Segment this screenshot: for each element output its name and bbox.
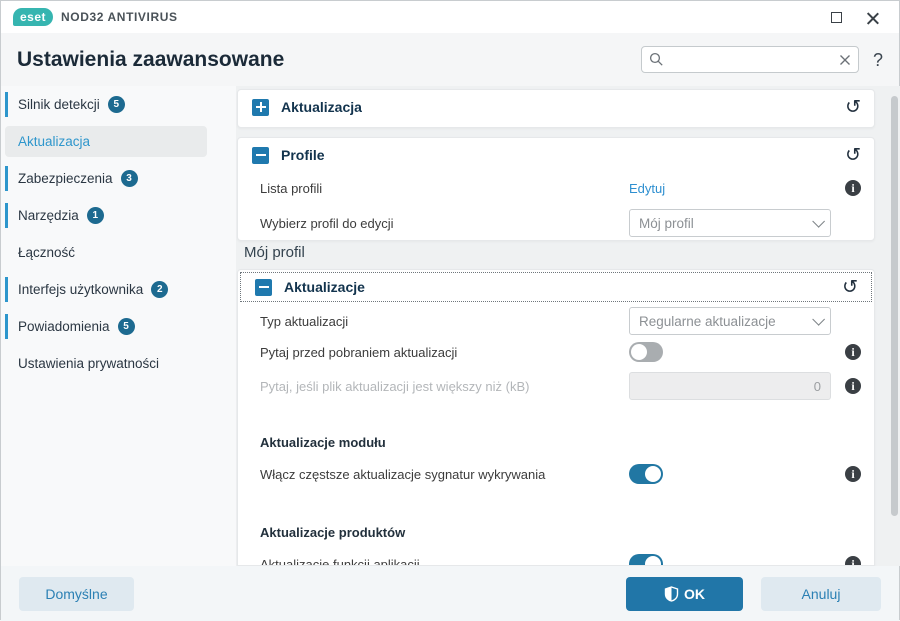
uac-shield-icon [664,585,679,602]
titlebar: eset NOD32 ANTIVIRUS [1,1,899,33]
sidebar-item-powiadomienia[interactable]: Powiadomienia 5 [1,308,236,345]
profile-select-value: Mój profil [639,215,694,231]
search-icon [649,52,663,66]
sidebar: Silnik detekcji 5 Aktualizacja Zabezpiec… [1,86,236,566]
maximize-button[interactable] [829,10,843,24]
footer: Domyślne OK Anuluj [1,566,899,621]
section-header-focused[interactable]: Aktualizacje ↺ [240,272,872,302]
profile-heading: Mój profil [244,244,305,261]
module-updates-heading: Aktualizacje modułu [260,435,386,450]
section-profile: Profile ↺ Lista profili Edytuj i Wybierz… [237,137,875,241]
header-right: ? [640,46,883,73]
sidebar-item-label: Zabezpieczenia [18,171,113,186]
section-aktualizacja-collapsed: Aktualizacja ↺ [237,89,875,128]
app-feature-updates-label: Aktualizacje funkcji aplikacji [260,556,420,566]
info-icon[interactable]: i [845,556,861,565]
eset-advanced-settings-window: { "window": { "brand": "eset", "title": … [0,0,900,621]
chevron-down-icon [812,214,825,228]
search-box[interactable] [640,46,859,73]
ok-button-label: OK [684,585,705,602]
ask-size-input[interactable] [629,372,831,400]
edit-link[interactable]: Edytuj [629,181,665,196]
defaults-button[interactable]: Domyślne [19,576,134,611]
profile-list-row: Lista profili Edytuj i [238,173,874,203]
sidebar-item-label: Aktualizacja [18,134,91,149]
update-type-row: Typ aktualizacji Regularne aktualizacje [238,306,874,336]
close-icon [866,11,879,24]
sidebar-item-label: Narzędzia [18,208,79,223]
sidebar-item-label: Silnik detekcji [18,97,100,112]
cancel-button[interactable]: Anuluj [761,576,881,611]
info-icon[interactable]: i [845,180,861,196]
help-icon[interactable]: ? [873,51,883,69]
brand: eset NOD32 ANTIVIRUS [13,8,178,26]
sidebar-badge: 3 [120,170,138,187]
sidebar-item-narzedzia[interactable]: Narzędzia 1 [1,197,236,234]
app-feature-updates-row: Aktualizacje funkcji aplikacji i [238,547,874,566]
ok-button[interactable]: OK [626,576,743,611]
main-panel: Aktualizacja ↺ Profile ↺ Lista profili E… [236,86,900,566]
section-header[interactable]: Aktualizacja ↺ [238,90,874,124]
frequent-updates-row: Włącz częstsze aktualizacje sygnatur wyk… [238,457,874,491]
ask-before-download-toggle[interactable] [629,342,663,362]
frequent-updates-label: Włącz częstsze aktualizacje sygnatur wyk… [260,466,546,482]
info-icon[interactable]: i [845,466,861,482]
ask-before-download-label: Pytaj przed pobraniem aktualizacji [260,344,458,360]
header: Ustawienia zaawansowane ? [1,33,899,86]
sidebar-item-ustawienia-prywatnosci[interactable]: Ustawienia prywatności [1,345,236,382]
section-title: Aktualizacje [284,279,365,295]
product-updates-heading: Aktualizacje produktów [260,525,406,540]
sidebar-item-label: Ustawienia prywatności [18,356,160,371]
search-clear-icon[interactable] [839,54,851,66]
sidebar-item-label: Powiadomienia [18,319,110,334]
chevron-down-icon [812,312,825,326]
sidebar-badge: 2 [151,281,169,298]
reset-icon[interactable]: ↺ [842,277,858,297]
profile-select[interactable]: Mój profil [629,209,831,237]
sidebar-badge: 5 [117,318,135,335]
app-feature-updates-toggle[interactable] [629,554,663,565]
sidebar-badge: 1 [86,207,104,224]
maximize-icon [830,11,842,23]
select-profile-label: Wybierz profil do edycji [260,215,394,231]
ask-size-label: Pytaj, jeśli plik aktualizacji jest więk… [260,378,530,394]
select-profile-row: Wybierz profil do edycji Mój profil [238,208,874,238]
update-type-value: Regularne aktualizacje [639,313,776,329]
sidebar-item-label: Łączność [18,245,76,260]
close-button[interactable] [865,10,879,24]
section-title: Aktualizacja [281,99,362,115]
sidebar-item-label: Interfejs użytkownika [18,282,144,297]
ask-size-row: Pytaj, jeśli plik aktualizacji jest więk… [238,371,874,401]
sidebar-item-interfejs-uzytkownika[interactable]: Interfejs użytkownika 2 [1,271,236,308]
info-icon[interactable]: i [845,344,861,360]
expand-icon[interactable] [252,98,269,116]
sidebar-badge: 5 [107,96,125,113]
sidebar-item-zabezpieczenia[interactable]: Zabezpieczenia 3 [1,160,236,197]
section-header[interactable]: Profile ↺ [238,138,874,172]
scrollbar-thumb[interactable] [890,96,898,516]
sidebar-item-aktualizacja[interactable]: Aktualizacja [1,123,236,160]
page-title: Ustawienia zaawansowane [17,47,285,71]
collapse-icon[interactable] [252,146,269,164]
ask-before-download-row: Pytaj przed pobraniem aktualizacji i [238,337,874,367]
section-aktualizacje: Aktualizacje ↺ Typ aktualizacji Regularn… [237,269,875,566]
update-type-select[interactable]: Regularne aktualizacje [629,307,831,335]
reset-icon[interactable]: ↺ [845,145,861,165]
vertical-scrollbar[interactable] [890,91,898,561]
section-title: Profile [281,147,325,163]
profile-list-label: Lista profili [260,180,323,196]
info-icon[interactable]: i [845,378,861,394]
sidebar-item-silnik-detekcji[interactable]: Silnik detekcji 5 [1,86,236,123]
window-controls [829,10,887,24]
collapse-icon[interactable] [255,278,272,296]
sidebar-item-lacznosc[interactable]: Łączność [1,234,236,271]
reset-icon[interactable]: ↺ [845,97,861,117]
search-input[interactable] [669,52,833,67]
window-title: NOD32 ANTIVIRUS [61,10,178,24]
update-type-label: Typ aktualizacji [260,313,349,329]
eset-logo: eset [13,8,54,26]
frequent-updates-toggle[interactable] [629,464,663,484]
